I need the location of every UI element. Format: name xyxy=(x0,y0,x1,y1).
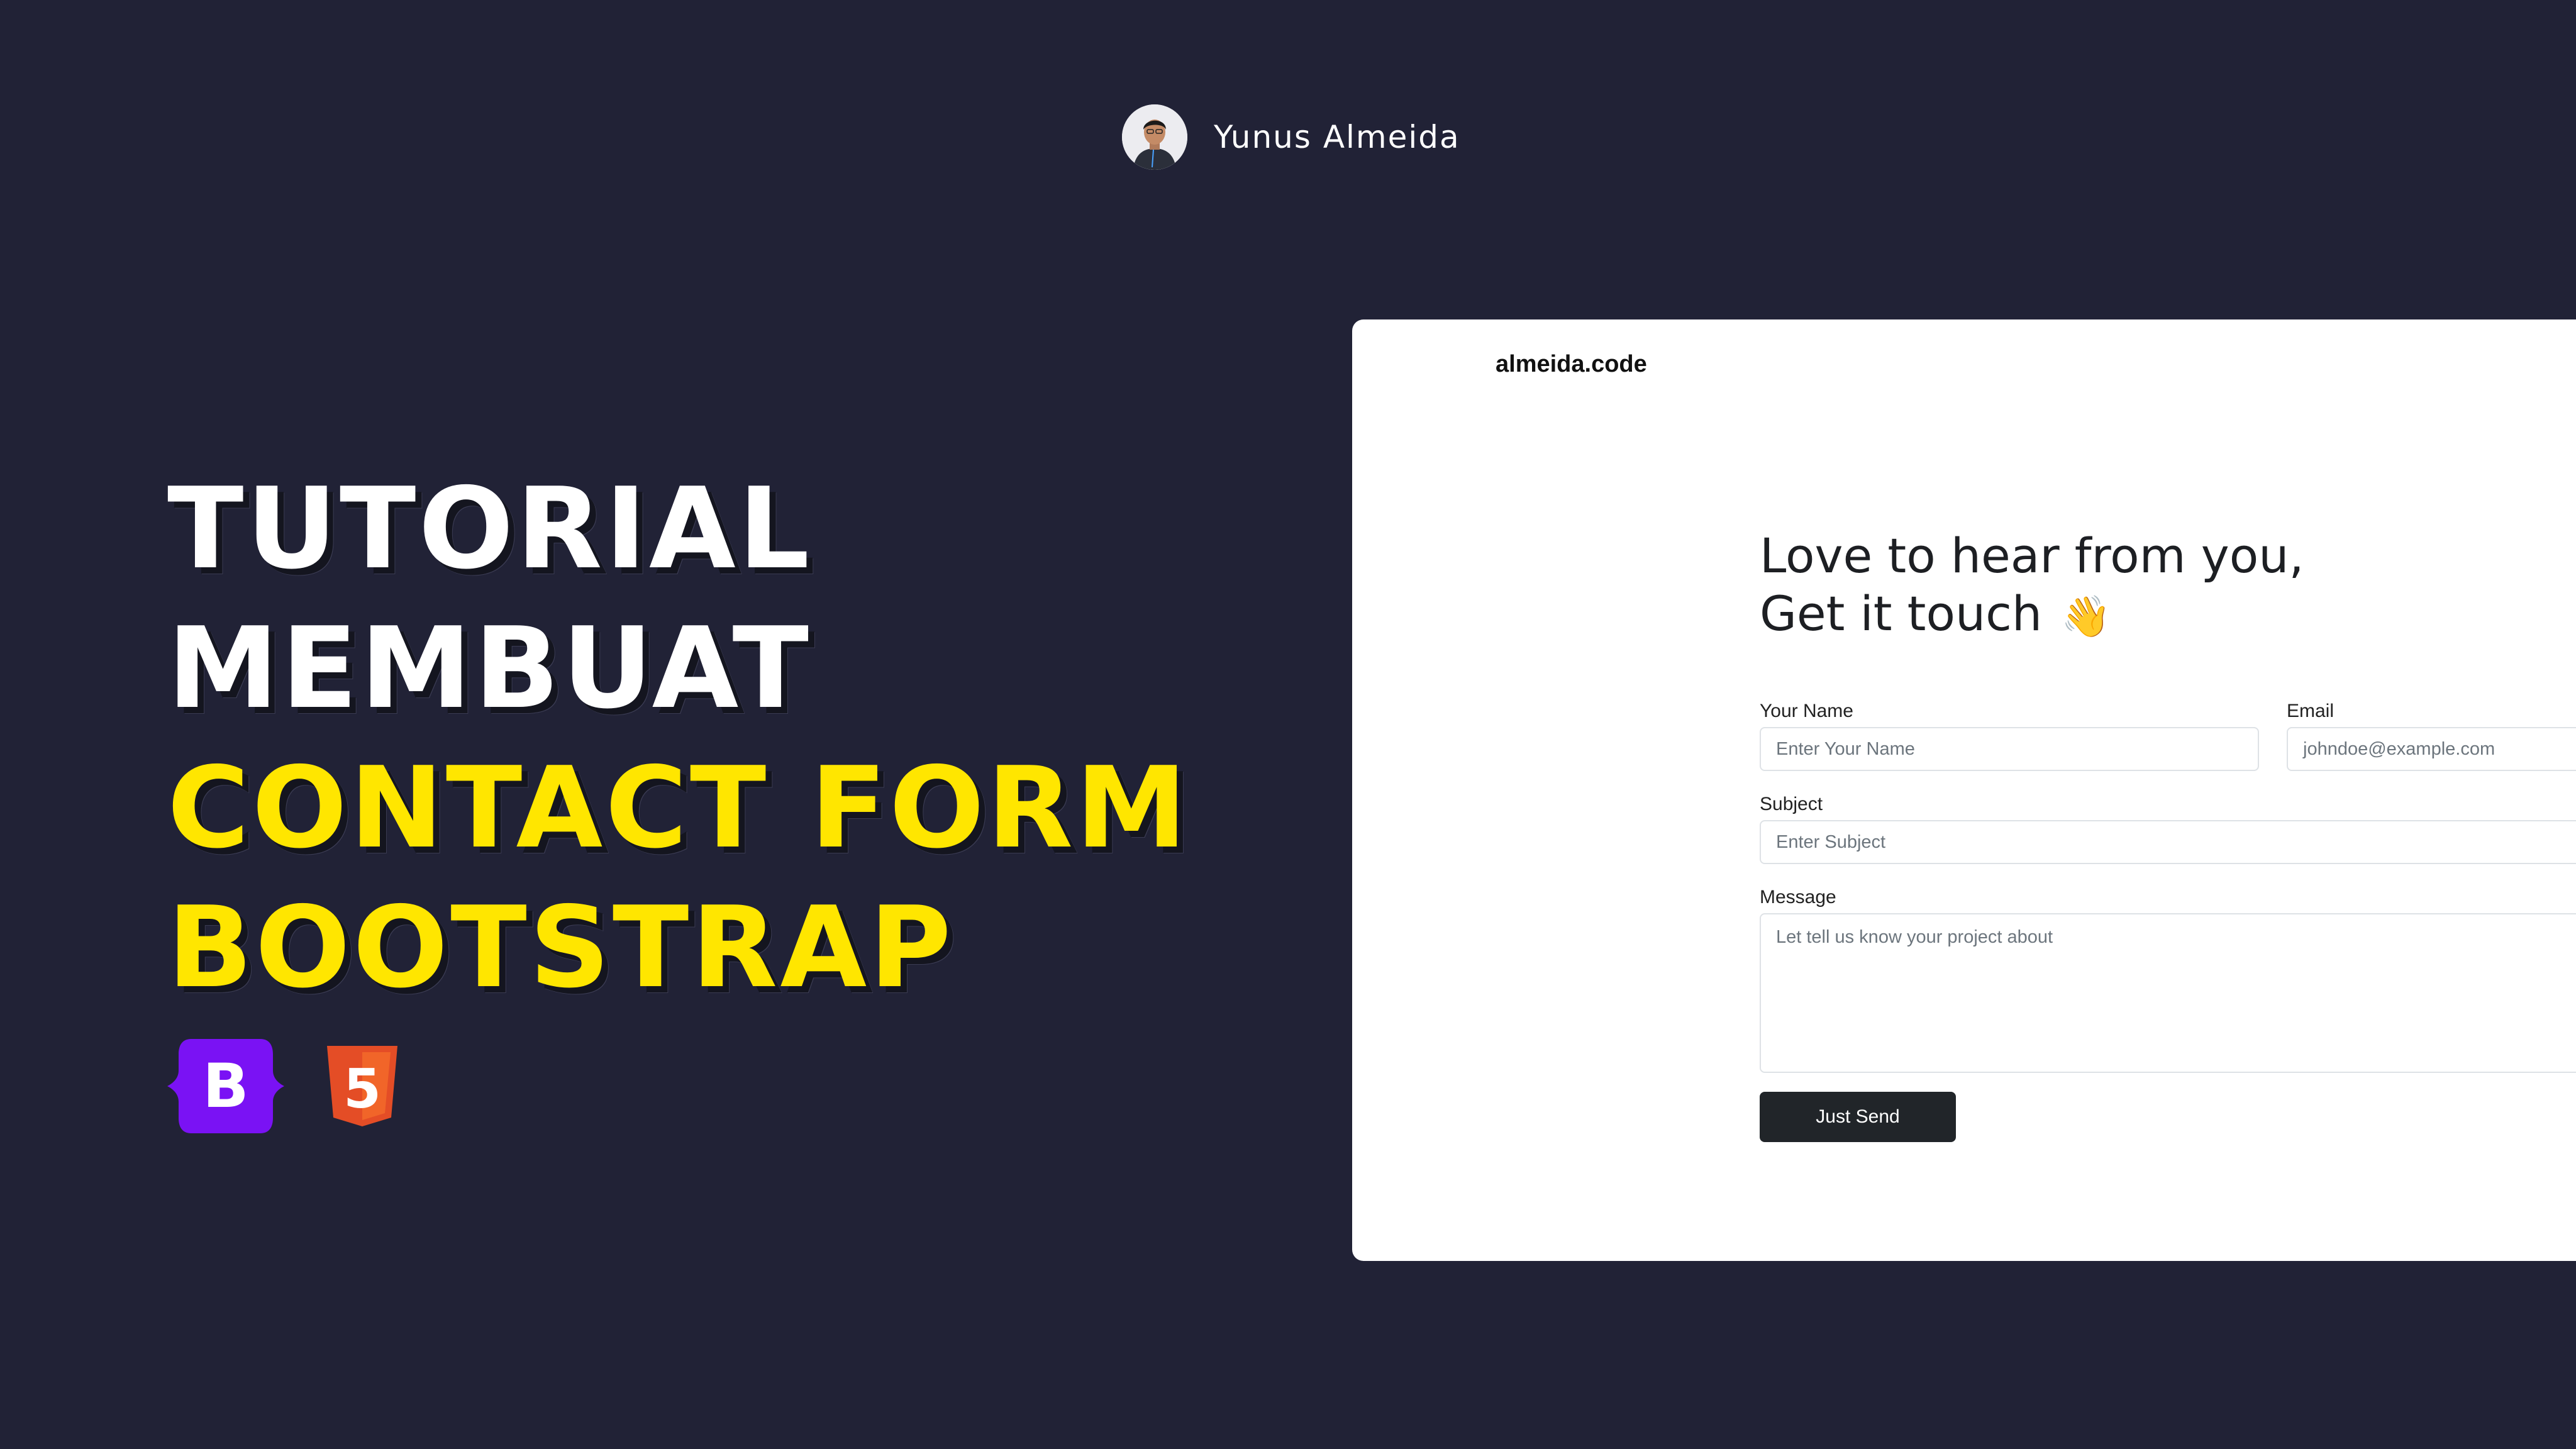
brand-logo[interactable]: almeida.code xyxy=(1496,351,1647,378)
headline-line-1: TUTORIAL xyxy=(167,464,813,594)
page-title: Love to hear from you, Get it touch 👋 xyxy=(1760,527,2304,646)
email-label: Email xyxy=(2287,701,2334,721)
svg-text:B: B xyxy=(203,1051,248,1121)
author-badge: Yunus Almeida xyxy=(1122,104,1460,170)
message-textarea[interactable]: Let tell us know your project about xyxy=(1760,913,2576,1073)
author-name: Yunus Almeida xyxy=(1214,119,1460,155)
website-preview: almeida.code Love to hear from you, Get … xyxy=(1352,319,2576,1261)
html5-logo-icon: 5 xyxy=(327,1046,397,1126)
subject-label: Subject xyxy=(1760,794,1823,814)
bootstrap-logo-icon: B xyxy=(167,1039,284,1133)
email-field[interactable]: johndoe@example.com xyxy=(2287,727,2576,771)
svg-text:5: 5 xyxy=(343,1058,381,1121)
person-avatar-icon xyxy=(1122,104,1187,170)
headline-line-2: MEMBUAT xyxy=(167,603,811,733)
headline-line-3: CONTACT FORM xyxy=(167,743,1190,873)
name-label: Your Name xyxy=(1760,701,1853,721)
avatar xyxy=(1122,104,1187,170)
heading-line-2: Get it touch 👋 xyxy=(1760,586,2111,641)
headline: TUTORIAL MEMBUAT CONTACT FORM BOOTSTRAP xyxy=(167,459,1189,1018)
send-button[interactable]: Just Send xyxy=(1760,1092,1956,1142)
subject-field[interactable]: Enter Subject xyxy=(1760,820,2576,864)
tech-logos: B 5 xyxy=(167,1039,397,1133)
name-field[interactable]: Enter Your Name xyxy=(1760,727,2259,771)
waving-hand-icon: 👋 xyxy=(2061,594,2111,640)
headline-line-4: BOOTSTRAP xyxy=(167,882,954,1013)
message-label: Message xyxy=(1760,887,1836,908)
heading-line-1: Love to hear from you, xyxy=(1760,528,2304,584)
